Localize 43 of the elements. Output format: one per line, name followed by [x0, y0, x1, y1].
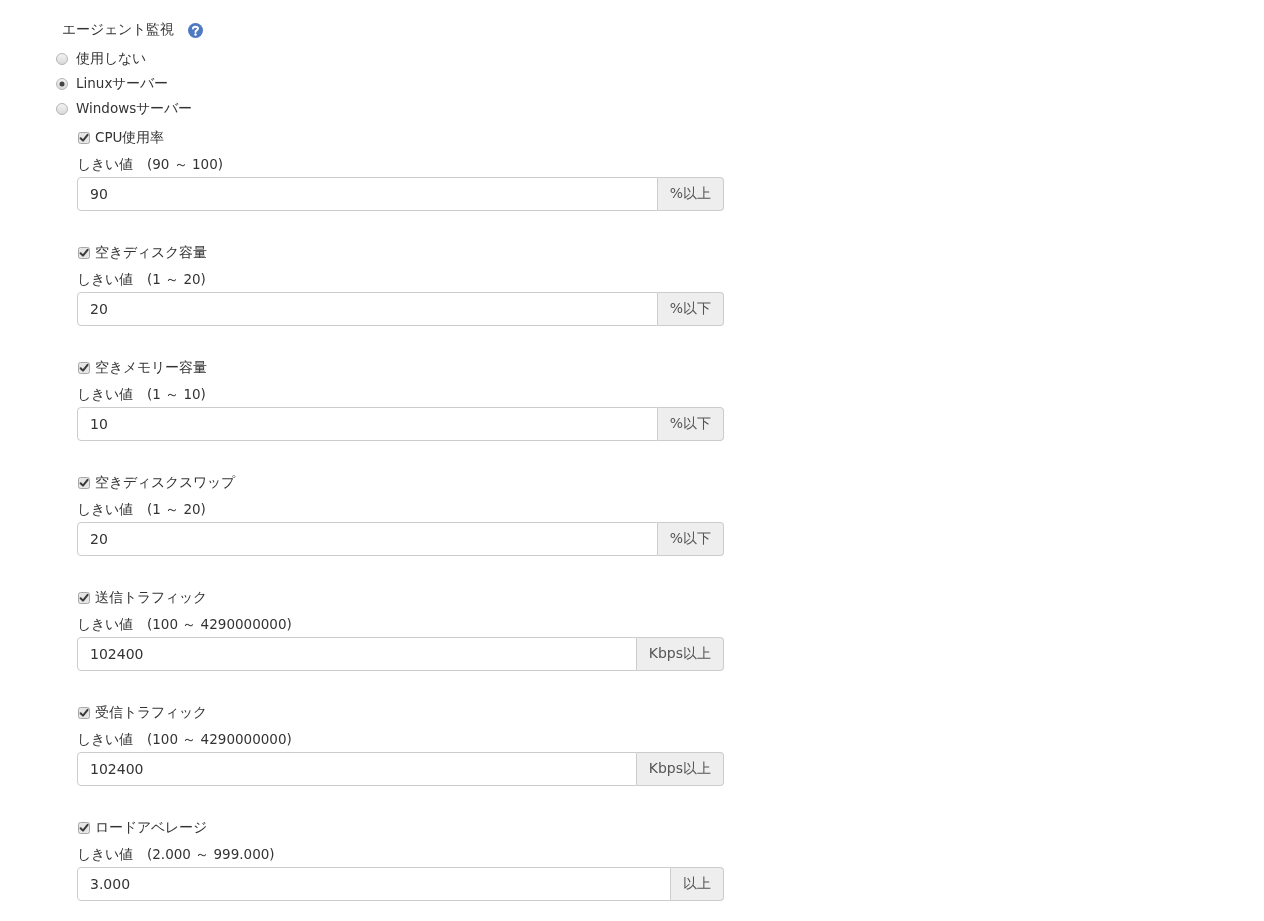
radio-button[interactable]	[56, 52, 68, 65]
checkbox-label[interactable]: 空きメモリー容量	[95, 359, 207, 377]
threshold-input[interactable]: 102400	[77, 752, 637, 786]
help-icon[interactable]	[188, 22, 203, 38]
checkbox-label[interactable]: CPU使用率	[95, 129, 165, 147]
threshold-input[interactable]: 20	[77, 522, 658, 556]
radio-label[interactable]: Linuxサーバー	[76, 74, 169, 93]
threshold-input[interactable]: 3.000	[77, 867, 671, 901]
threshold-label: しきい値 (1 ～ 20)	[77, 500, 207, 519]
section-title: エージェント監視	[62, 21, 174, 39]
checkbox-label[interactable]: 空きディスク容量	[95, 244, 207, 262]
threshold-label: しきい値 (1 ～ 10)	[77, 385, 207, 404]
unit-label: %以上	[657, 177, 724, 211]
threshold-input[interactable]: 20	[77, 292, 658, 326]
threshold-input[interactable]: 102400	[77, 637, 637, 671]
threshold-label: しきい値 (1 ～ 20)	[77, 270, 207, 289]
unit-label: %以下	[657, 522, 724, 556]
threshold-input[interactable]: 10	[77, 407, 658, 441]
checkbox[interactable]	[78, 132, 90, 144]
checkbox[interactable]	[78, 477, 90, 489]
threshold-label: しきい値 (100 ～ 4290000000)	[77, 615, 293, 634]
unit-label: 以上	[671, 867, 724, 901]
radio-button[interactable]	[56, 102, 68, 115]
checkbox[interactable]	[78, 362, 90, 374]
checkbox-label[interactable]: 送信トラフィック	[95, 589, 207, 607]
checkbox-label[interactable]: ロードアベレージ	[95, 819, 207, 837]
unit-label: Kbps以上	[636, 752, 724, 786]
radio-label[interactable]: 使用しない	[76, 49, 146, 68]
checkbox[interactable]	[78, 247, 90, 259]
unit-label: %以下	[657, 407, 724, 441]
threshold-label: しきい値 (2.000 ～ 999.000)	[77, 845, 276, 864]
radio-button[interactable]	[56, 77, 68, 90]
threshold-input[interactable]: 90	[77, 177, 658, 211]
unit-label: Kbps以上	[636, 637, 724, 671]
checkbox[interactable]	[78, 592, 90, 604]
checkbox[interactable]	[78, 822, 90, 834]
unit-label: %以下	[657, 292, 724, 326]
checkbox-label[interactable]: 空きディスクスワップ	[95, 474, 235, 492]
checkbox-label[interactable]: 受信トラフィック	[95, 704, 207, 722]
radio-label[interactable]: Windowsサーバー	[76, 99, 193, 118]
checkbox[interactable]	[78, 707, 90, 719]
threshold-label: しきい値 (90 ～ 100)	[77, 155, 225, 174]
threshold-label: しきい値 (100 ～ 4290000000)	[77, 730, 293, 749]
